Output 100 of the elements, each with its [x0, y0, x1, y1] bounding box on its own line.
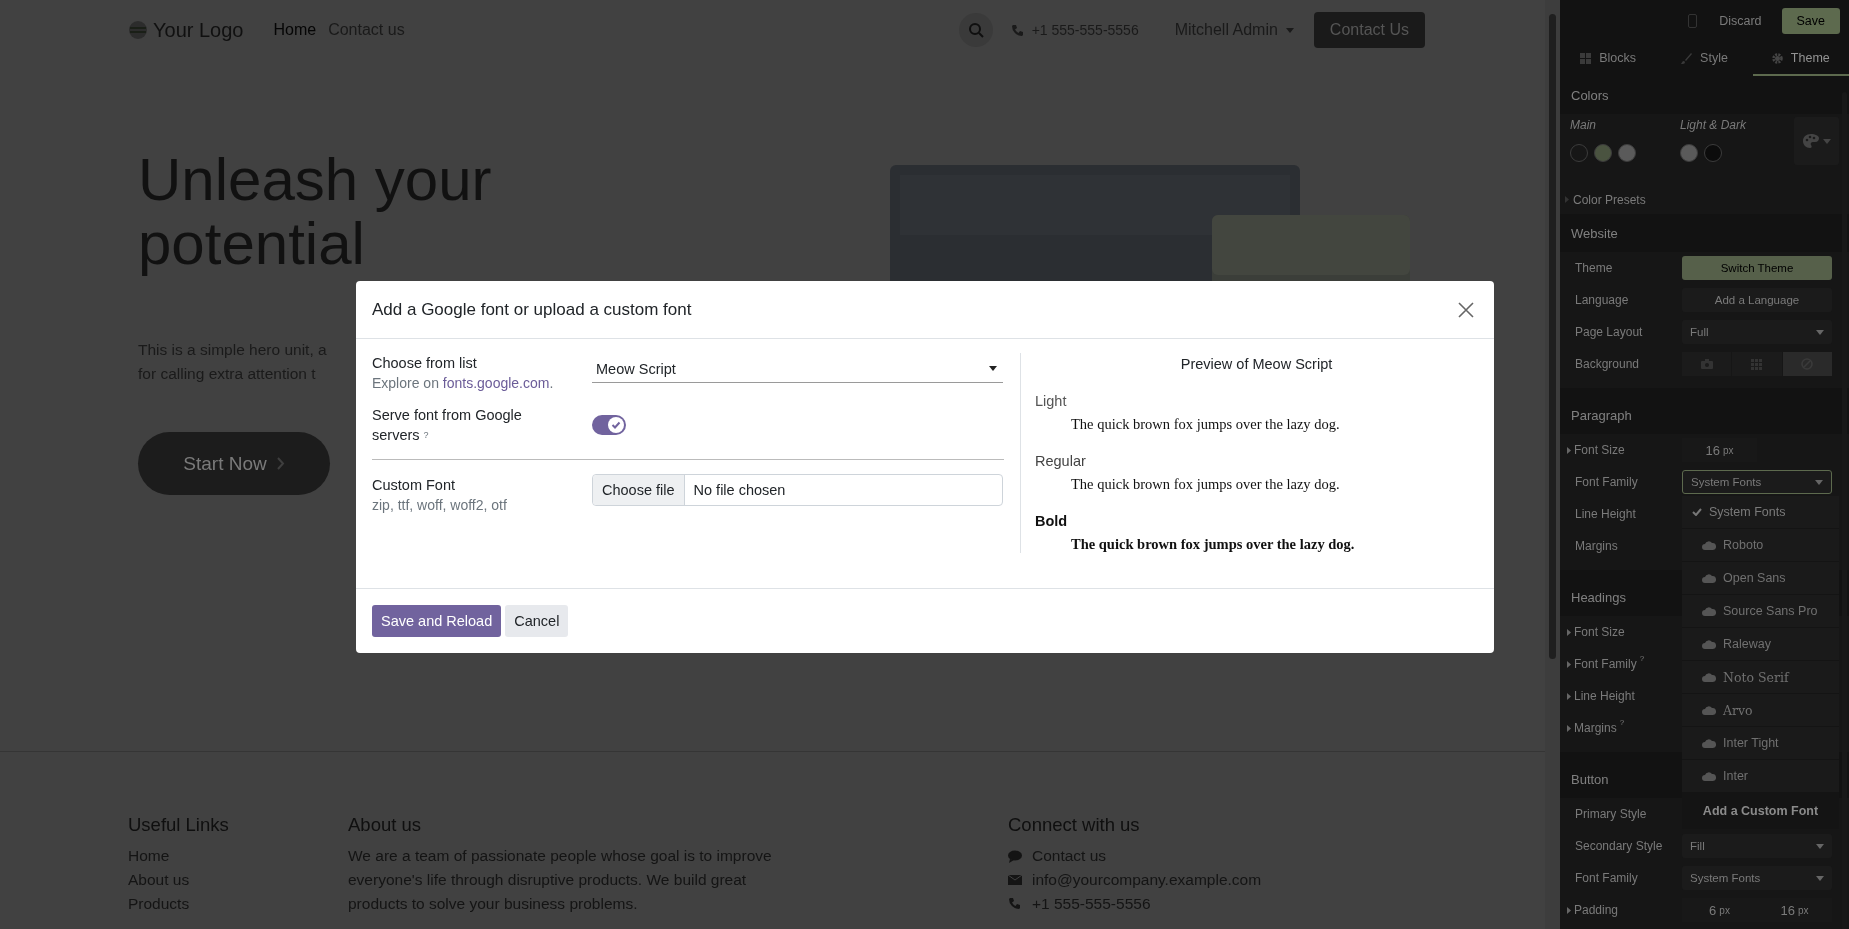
- camera-icon: [1700, 359, 1713, 369]
- field-label: Choose from list: [372, 354, 478, 373]
- field-label: Serve font from Google servers $^{?}$: [372, 406, 523, 445]
- menu-item[interactable]: Source Sans Pro: [1682, 595, 1839, 627]
- section-title: Headings: [1571, 589, 1626, 605]
- toggle-option[interactable]: [1732, 352, 1782, 376]
- cancel-button[interactable]: Cancel: [505, 605, 569, 637]
- phone-icon: [1008, 897, 1022, 911]
- grid-icon: [1580, 52, 1592, 64]
- primary-button[interactable]: Switch Theme: [1682, 256, 1832, 280]
- menu-item[interactable]: Noto Serif: [1682, 661, 1839, 693]
- color-swatch[interactable]: [1704, 144, 1722, 162]
- help-mark: ?: [1619, 718, 1625, 727]
- tab[interactable]: Theme: [1752, 42, 1849, 76]
- help-mark: ?: [1639, 654, 1645, 663]
- menu-item[interactable]: Raleway: [1682, 628, 1839, 660]
- caret-icon: [1816, 875, 1824, 881]
- option-label: Secondary Style: [1575, 839, 1663, 853]
- cloud-icon: [1702, 540, 1716, 550]
- menu-item[interactable]: Arvo: [1682, 694, 1839, 726]
- menu-item[interactable]: Open Sans: [1682, 562, 1839, 594]
- sample-text: The quick brown fox jumps over the lazy dog.: [1071, 535, 1356, 554]
- font-select[interactable]: Meow Script: [592, 355, 1003, 383]
- sample-label: Light: [1035, 392, 1068, 411]
- tab[interactable]: Style: [1656, 42, 1753, 76]
- save-and-reload-button[interactable]: Save and Reload: [372, 605, 502, 637]
- option-label: Theme: [1575, 261, 1613, 275]
- option-label: Font Family: [1575, 475, 1638, 489]
- cloud-icon: [1702, 705, 1716, 715]
- cloud-icon: [1702, 672, 1716, 682]
- toggle-switch[interactable]: [592, 415, 626, 435]
- envelope-icon: [1008, 874, 1022, 886]
- option-label: Language: [1575, 293, 1629, 307]
- sample-text: The quick brown fox jumps over the lazy dog.: [1071, 415, 1341, 434]
- option-label: Margins: [1574, 721, 1617, 735]
- option-label: Font Size: [1574, 443, 1625, 457]
- cloud-icon: [1702, 573, 1716, 583]
- caret-icon: [1816, 843, 1824, 849]
- section-title: Colors: [1571, 87, 1609, 103]
- close-icon: [1458, 301, 1474, 318]
- palette-button[interactable]: [1794, 117, 1839, 165]
- select-field[interactable]: Full: [1682, 320, 1832, 344]
- option-label: Line Height: [1574, 689, 1635, 703]
- tab[interactable]: Blocks: [1560, 42, 1657, 76]
- chevron-right-icon: [276, 457, 285, 470]
- hint-text: Explore on fonts.google.com.: [372, 374, 555, 393]
- cloud-icon: [1702, 606, 1716, 616]
- save-button[interactable]: Save: [1781, 8, 1840, 34]
- option-label: Font Family: [1574, 657, 1637, 671]
- dialog-title: Add a Google font or upload a custom font: [372, 299, 692, 320]
- contact-us-button[interactable]: Contact Us: [1313, 12, 1425, 48]
- discard-button[interactable]: Discard: [1713, 13, 1768, 29]
- cloud-icon: [1702, 639, 1716, 649]
- caret-icon: [1285, 27, 1294, 33]
- option-label: Font Family: [1575, 871, 1638, 885]
- color-swatch[interactable]: [1680, 144, 1698, 162]
- color-swatch[interactable]: [1570, 144, 1588, 162]
- color-swatch[interactable]: [1618, 144, 1636, 162]
- grid-icon: [1751, 358, 1763, 370]
- menu-item[interactable]: Inter Tight: [1682, 727, 1839, 759]
- gear-icon: [1771, 52, 1783, 64]
- knob-icon: [608, 417, 624, 433]
- option-label: Line Height: [1575, 507, 1636, 521]
- palette-icon: [1802, 133, 1820, 149]
- option-label: Padding: [1574, 903, 1619, 917]
- scrollbar[interactable]: [1545, 0, 1560, 929]
- brush-icon: [1681, 52, 1693, 64]
- expander-label[interactable]: Color Presets: [1573, 192, 1646, 207]
- menu-item[interactable]: System Fonts: [1682, 496, 1839, 528]
- cloud-icon: [1702, 738, 1716, 748]
- sample-label: Bold: [1035, 512, 1069, 531]
- toggle-option[interactable]: [1682, 352, 1732, 376]
- group-label: Main: [1570, 117, 1596, 134]
- search-button[interactable]: [958, 13, 993, 47]
- option-label: Margins: [1575, 539, 1618, 553]
- menu-item[interactable]: Inter: [1682, 760, 1839, 792]
- option-label: Font Size: [1574, 625, 1625, 639]
- toggle-option[interactable]: [1782, 352, 1832, 376]
- section-title: Paragraph: [1571, 407, 1632, 423]
- mobile-phone-icon: [1688, 14, 1698, 28]
- field-label: Custom Font: [372, 476, 456, 495]
- section-title: Website: [1571, 225, 1618, 241]
- group-label: Light & Dark: [1680, 117, 1747, 134]
- caret-icon: [989, 366, 997, 371]
- start-now-button[interactable]: Start Now: [138, 432, 330, 495]
- select-field[interactable]: System Fonts: [1682, 470, 1832, 494]
- chat-icon: [1008, 849, 1022, 863]
- color-swatch[interactable]: [1594, 144, 1612, 162]
- option-button[interactable]: Add a Language: [1682, 288, 1832, 312]
- globe-logo-icon: [128, 20, 148, 40]
- menu-item[interactable]: Roboto: [1682, 529, 1839, 561]
- sample-text: The quick brown fox jumps over the lazy dog.: [1071, 475, 1341, 494]
- preview-title: Preview of Meow Script: [1179, 355, 1334, 374]
- select-field[interactable]: Fill: [1682, 834, 1832, 858]
- caret-icon: [1815, 479, 1823, 485]
- select-field[interactable]: System Fonts: [1682, 866, 1832, 890]
- option-label: Primary Style: [1575, 807, 1647, 821]
- file-input[interactable]: Choose file No file chosen: [592, 474, 1003, 506]
- sample-label: Regular: [1035, 452, 1087, 471]
- search-icon: [967, 22, 984, 38]
